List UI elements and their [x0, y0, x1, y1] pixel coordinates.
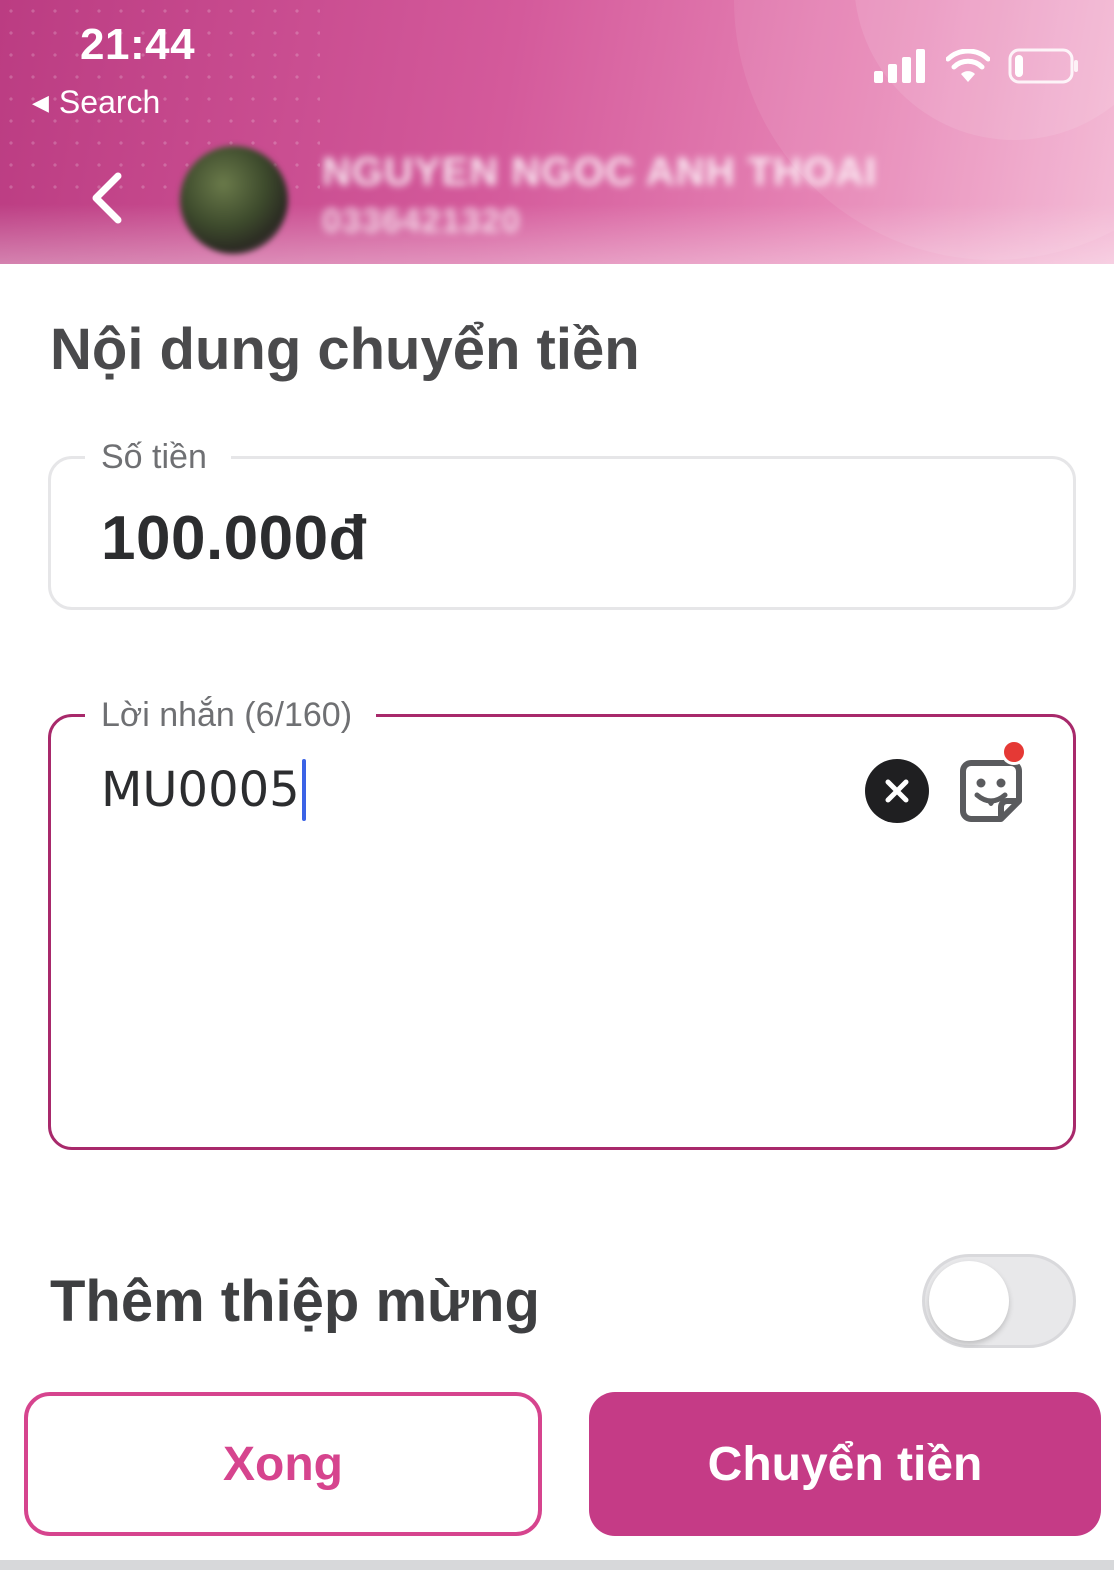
app-header: 21:44 ◀ Search NGUYEN NGOC ANH THOAI 033… [0, 0, 1114, 264]
status-time: 21:44 [80, 20, 196, 69]
back-chevron-icon[interactable] [84, 168, 132, 228]
sticker-icon[interactable] [957, 757, 1025, 825]
amount-value: 100.000đ [101, 504, 367, 573]
new-badge-dot [1001, 739, 1027, 765]
done-button[interactable]: Xong [24, 1392, 542, 1536]
message-label: Lời nhắn (6/160) [85, 691, 377, 739]
amount-label: Số tiền [85, 433, 231, 481]
page-title: Nội dung chuyển tiền [50, 317, 640, 382]
cellular-signal-icon [874, 49, 925, 83]
amount-field[interactable]: Số tiền 100.000đ [48, 433, 1076, 610]
message-value: MU0005 [101, 762, 300, 818]
clear-message-button[interactable] [865, 759, 929, 823]
wifi-icon [946, 49, 990, 82]
back-triangle-icon: ◀ [32, 89, 49, 115]
text-caret [301, 759, 306, 821]
bottom-keyboard-edge [0, 1560, 1114, 1570]
return-to-app-label: Search [58, 84, 161, 120]
battery-icon [1008, 48, 1078, 84]
message-value-wrap: MU0005 [101, 759, 306, 821]
message-textarea[interactable]: Lời nhắn (6/160) MU0005 [48, 691, 1076, 1150]
greeting-card-label: Thêm thiệp mừng [50, 1269, 540, 1334]
header-fade [0, 204, 1114, 264]
recipient-phone: 0336421320 [322, 202, 522, 240]
status-icons [874, 48, 1080, 84]
return-to-app-link[interactable]: ◀ Search [32, 84, 160, 121]
close-icon [885, 779, 909, 803]
recipient-name: NGUYEN NGOC ANH THOAI [322, 150, 878, 194]
transfer-button[interactable]: Chuyển tiền [589, 1392, 1101, 1536]
greeting-card-toggle[interactable] [922, 1254, 1076, 1348]
recipient-avatar [180, 146, 288, 254]
toggle-knob [929, 1261, 1009, 1341]
